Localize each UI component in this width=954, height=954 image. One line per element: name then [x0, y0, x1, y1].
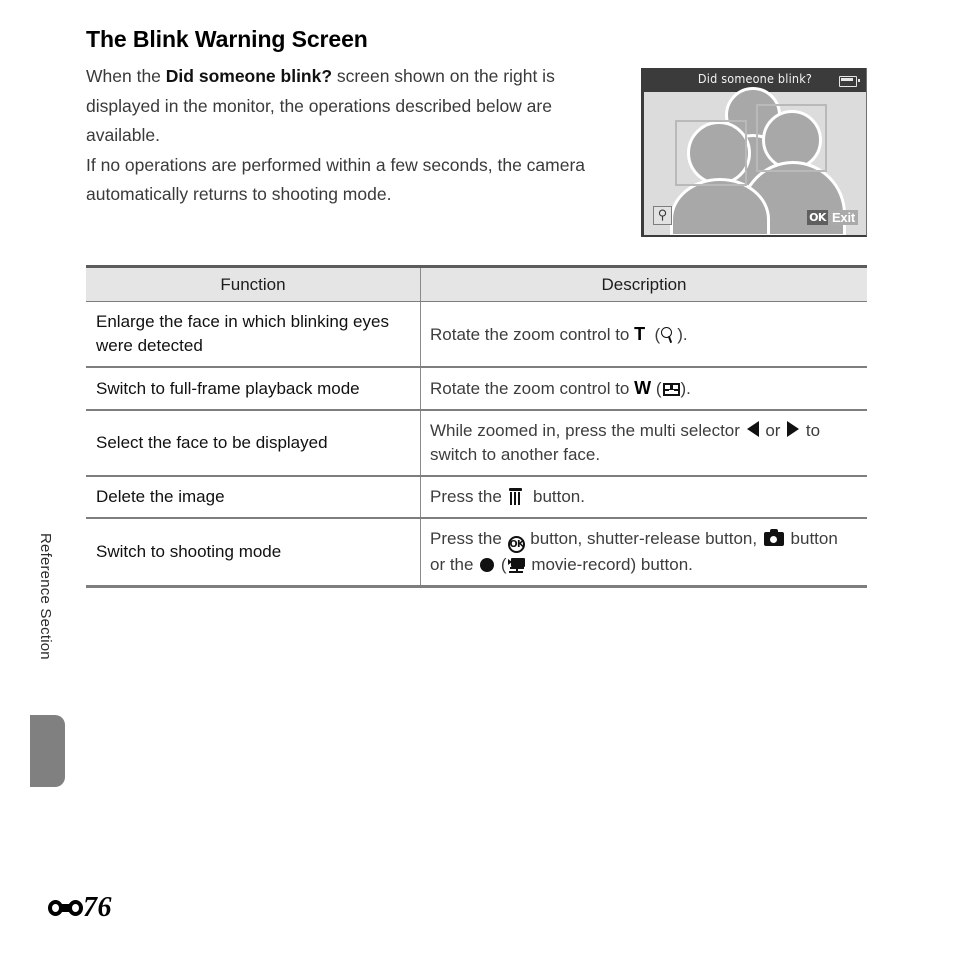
triangle-right-icon	[787, 421, 800, 437]
zoom-w-label: W	[634, 378, 652, 398]
intro-text-block: When the Did someone blink? screen shown…	[86, 62, 616, 210]
table-row: Switch to full-frame playback mode Rotat…	[86, 367, 867, 411]
reference-section-mark-icon	[48, 897, 83, 919]
movie-camera-icon	[507, 558, 526, 573]
table-row: Select the face to be displayed While zo…	[86, 410, 867, 477]
ok-button-icon: OK	[507, 536, 525, 553]
trash-icon	[508, 488, 522, 505]
function-cell: Enlarge the face in which blinking eyes …	[86, 301, 421, 368]
ok-button-icon: OK	[807, 210, 828, 225]
description-cell: Rotate the zoom control to T ().	[420, 301, 867, 368]
function-cell: Select the face to be displayed	[86, 410, 421, 477]
zoom-t-label: T	[634, 323, 646, 344]
face-detection-box-left	[675, 120, 747, 186]
function-description-table: Function Description Enlarge the face in…	[86, 265, 867, 588]
table-row: Delete the image Press the button.	[86, 476, 867, 519]
description-cell: Press the OK button, shutter-release but…	[420, 518, 867, 588]
thumbnail-grid-icon	[662, 383, 680, 397]
intro-paragraph-2: If no operations are performed within a …	[86, 154, 586, 205]
page-number-text: 76	[83, 892, 112, 923]
triangle-left-icon	[746, 421, 759, 437]
function-cell: Delete the image	[86, 476, 421, 519]
column-header-description: Description	[420, 265, 867, 302]
magnifier-icon	[661, 326, 676, 344]
intro-paragraph-1: When the Did someone blink? screen shown…	[86, 62, 616, 151]
battery-icon	[839, 76, 860, 87]
page-number: 76	[48, 892, 112, 924]
exit-hint: OK Exit	[807, 210, 858, 225]
monitor-title-text: Did someone blink?	[697, 71, 813, 86]
function-cell: Switch to full-frame playback mode	[86, 367, 421, 411]
column-header-function: Function	[86, 265, 421, 302]
table-header-row: Function Description	[86, 265, 867, 302]
intro-p1-lead: When the	[86, 66, 166, 86]
description-cell: Press the button.	[420, 476, 867, 519]
page-title: The Blink Warning Screen	[86, 26, 368, 52]
face-detection-box-right	[756, 104, 827, 172]
function-cell: Switch to shooting mode	[86, 518, 421, 588]
record-dot-icon	[480, 558, 495, 572]
exit-label: Exit	[828, 210, 858, 225]
table-row: Enlarge the face in which blinking eyes …	[86, 301, 867, 368]
intro-p1-emphasis: Did someone blink?	[165, 66, 333, 86]
camera-monitor-illustration: Did someone blink? ⚲ OK Exit	[641, 68, 867, 237]
table-row: Switch to shooting mode Press the OK but…	[86, 518, 867, 588]
description-cell: Rotate the zoom control to W ().	[420, 367, 867, 411]
table-body: Enlarge the face in which blinking eyes …	[86, 301, 867, 588]
camera-icon	[763, 529, 784, 546]
section-tab-marker	[30, 715, 65, 787]
magnifier-icon: ⚲	[653, 206, 672, 225]
table-header: Function Description	[86, 265, 867, 302]
description-cell: While zoomed in, press the multi selecto…	[420, 410, 867, 477]
section-tab-label: Reference Section	[37, 533, 54, 660]
